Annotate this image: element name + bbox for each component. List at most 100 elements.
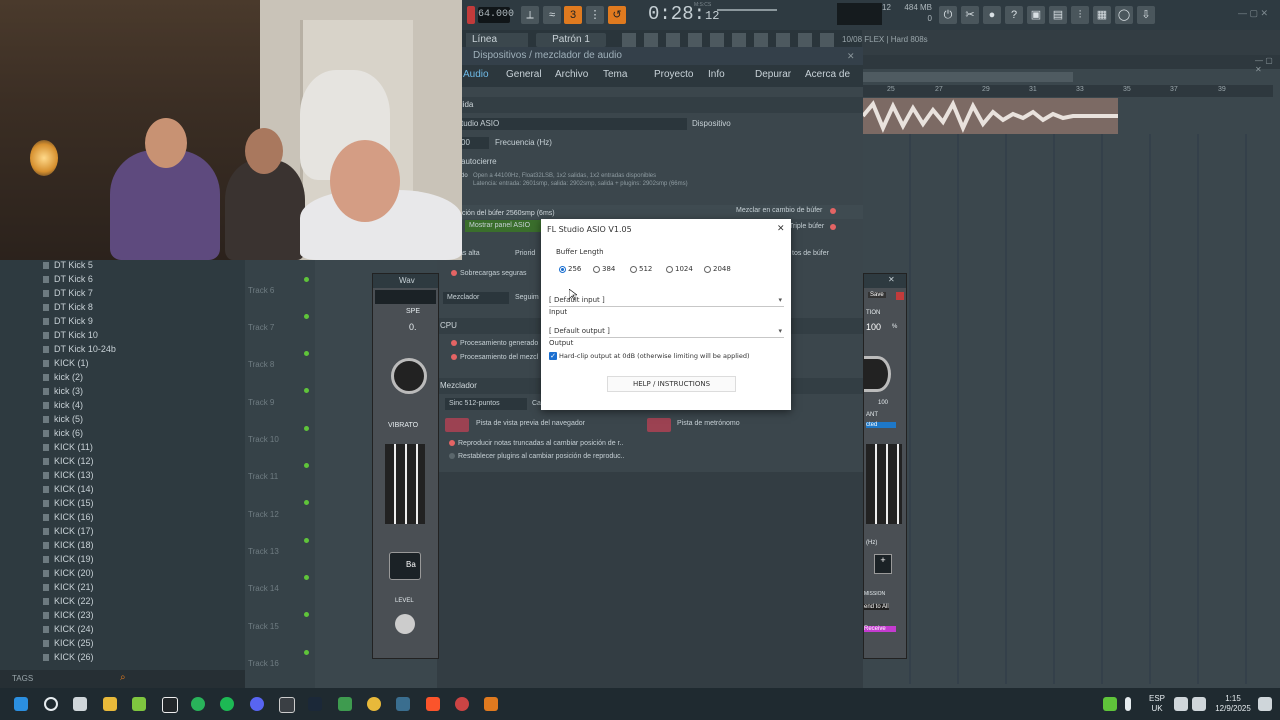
tools-icon[interactable]: ✂ bbox=[961, 6, 979, 24]
save-button[interactable]: Save bbox=[868, 292, 886, 298]
audio-app-icon[interactable] bbox=[162, 697, 178, 713]
buffer-radio-2048[interactable]: 2048 bbox=[704, 265, 731, 273]
track-led[interactable] bbox=[304, 351, 309, 356]
track-label[interactable]: Track 13 bbox=[248, 547, 279, 556]
playlist-grid[interactable] bbox=[863, 134, 1280, 684]
track-led[interactable] bbox=[304, 314, 309, 319]
magnet-icon[interactable] bbox=[820, 33, 834, 47]
browser-item[interactable]: KICK (21) bbox=[43, 582, 94, 592]
volume-icon[interactable] bbox=[1192, 697, 1206, 711]
track-led[interactable] bbox=[304, 277, 309, 282]
playlist-scrollbar[interactable] bbox=[863, 72, 1073, 82]
metronome-track-button[interactable] bbox=[647, 418, 671, 432]
browser-item[interactable]: KICK (13) bbox=[43, 470, 94, 480]
plus-icon[interactable]: + bbox=[874, 554, 892, 574]
tab-info[interactable]: Info bbox=[708, 69, 725, 80]
browser-item[interactable]: DT Kick 7 bbox=[43, 288, 93, 298]
grid-icon[interactable] bbox=[644, 33, 658, 47]
chat-icon[interactable]: ◯ bbox=[1115, 6, 1133, 24]
tab-tema[interactable]: Tema bbox=[603, 69, 627, 80]
browser-item[interactable]: KICK (1) bbox=[43, 358, 89, 368]
track-led[interactable] bbox=[304, 388, 309, 393]
language-indicator[interactable]: ESP UK bbox=[1147, 694, 1167, 714]
channel-rack-icon[interactable]: ▦ bbox=[1093, 6, 1111, 24]
discord-icon[interactable] bbox=[250, 697, 264, 711]
tab-archivo[interactable]: Archivo bbox=[555, 69, 588, 80]
playlist-icon[interactable] bbox=[666, 33, 680, 47]
triple-buffer-toggle[interactable] bbox=[830, 224, 836, 230]
browser-item[interactable]: KICK (12) bbox=[43, 456, 94, 466]
pattern-selector[interactable]: Patrón 1 bbox=[536, 33, 606, 47]
stamp-icon[interactable] bbox=[798, 33, 812, 47]
steam-icon[interactable] bbox=[308, 697, 322, 711]
tempo-display[interactable]: 64.000 bbox=[478, 7, 514, 23]
play-truncated[interactable]: Reproducir notas truncadas al cambiar po… bbox=[449, 440, 623, 447]
track-label[interactable]: Track 10 bbox=[248, 435, 279, 444]
output-dropdown[interactable]: [ Default output ] ▾ bbox=[549, 326, 784, 338]
taskbar-clock[interactable]: 1:15 12/9/2025 bbox=[1208, 694, 1258, 714]
search-icon[interactable] bbox=[44, 697, 58, 711]
track-label[interactable]: Track 14 bbox=[248, 584, 279, 593]
microphone-icon[interactable] bbox=[1125, 697, 1131, 711]
browser-item[interactable]: DT Kick 5 bbox=[43, 260, 93, 270]
timeline-ruler[interactable]: 25 27 29 31 33 35 37 39 bbox=[863, 85, 1273, 97]
device-select[interactable]: tudio ASIO bbox=[457, 118, 687, 130]
track-led[interactable] bbox=[304, 650, 309, 655]
fl-studio-icon[interactable] bbox=[484, 697, 498, 711]
tab-proyecto[interactable]: Proyecto bbox=[654, 69, 693, 80]
browser-item[interactable]: KICK (24) bbox=[43, 624, 94, 634]
task-view-icon[interactable] bbox=[73, 697, 87, 711]
notifications-icon[interactable] bbox=[1258, 697, 1272, 711]
track-led[interactable] bbox=[304, 612, 309, 617]
link-icon[interactable] bbox=[754, 33, 768, 47]
preview-track-button[interactable] bbox=[445, 418, 469, 432]
input-dropdown[interactable]: [ Default input ] ▾ bbox=[549, 295, 784, 307]
browser-item[interactable]: KICK (25) bbox=[43, 638, 94, 648]
track-led[interactable] bbox=[304, 500, 309, 505]
browser-item[interactable]: KICK (26) bbox=[43, 652, 94, 662]
buffer-radio-384[interactable]: 384 bbox=[593, 265, 615, 273]
track-label[interactable]: Track 8 bbox=[248, 360, 274, 369]
whatsapp-icon[interactable] bbox=[191, 697, 205, 711]
browser-item[interactable]: KICK (16) bbox=[43, 512, 94, 522]
brave-icon[interactable] bbox=[426, 697, 440, 711]
buffer-radio-1024[interactable]: 1024 bbox=[666, 265, 693, 273]
browser-item[interactable]: kick (2) bbox=[43, 372, 83, 382]
buffer-radio-256[interactable]: 256 bbox=[559, 265, 581, 273]
cpu-icon[interactable] bbox=[776, 33, 790, 47]
countdown-icon[interactable]: 3 bbox=[564, 6, 582, 24]
receive-button[interactable]: Receive bbox=[864, 626, 896, 632]
nvidia-icon[interactable] bbox=[338, 697, 352, 711]
mix-on-buffer-toggle[interactable] bbox=[830, 208, 836, 214]
loop-record-icon[interactable]: ↺ bbox=[608, 6, 626, 24]
browser-item[interactable]: DT Kick 6 bbox=[43, 274, 93, 284]
browser-item[interactable]: kick (3) bbox=[43, 386, 83, 396]
browser-item[interactable]: KICK (20) bbox=[43, 568, 94, 578]
help-icon[interactable]: ? bbox=[1005, 6, 1023, 24]
audio-clip-waveform[interactable] bbox=[863, 98, 1118, 134]
save-icon[interactable]: ▣ bbox=[1027, 6, 1045, 24]
plugin-icon[interactable] bbox=[732, 33, 746, 47]
app-red-icon[interactable] bbox=[455, 697, 469, 711]
browser-item[interactable]: DT Kick 8 bbox=[43, 302, 93, 312]
show-asio-panel-button[interactable]: Mostrar panel ASIO bbox=[465, 220, 547, 232]
piano-keys[interactable] bbox=[866, 444, 902, 524]
track-led[interactable] bbox=[304, 538, 309, 543]
asio-close-icon[interactable]: ✕ bbox=[777, 224, 785, 234]
level-knob-icon[interactable] bbox=[395, 614, 415, 634]
tab-general[interactable]: General bbox=[506, 69, 542, 80]
close-icon[interactable]: ✕ bbox=[847, 51, 855, 62]
piano-roll-icon[interactable] bbox=[688, 33, 702, 47]
browser-item[interactable]: KICK (18) bbox=[43, 540, 94, 550]
step-edit-icon[interactable]: ⋮ bbox=[586, 6, 604, 24]
browser-item[interactable]: kick (4) bbox=[43, 400, 83, 410]
metronome-icon[interactable]: ⟂ bbox=[521, 6, 539, 24]
track-led[interactable] bbox=[304, 575, 309, 580]
knob-icon[interactable] bbox=[391, 358, 427, 394]
mixer-icon[interactable]: ⫶ bbox=[1071, 6, 1089, 24]
browser-item[interactable]: kick (5) bbox=[43, 414, 83, 424]
app-yellow-icon[interactable] bbox=[367, 697, 381, 711]
track-label[interactable]: Track 9 bbox=[248, 398, 274, 407]
network-icon[interactable] bbox=[1174, 697, 1188, 711]
render-icon[interactable]: ▤ bbox=[1049, 6, 1067, 24]
